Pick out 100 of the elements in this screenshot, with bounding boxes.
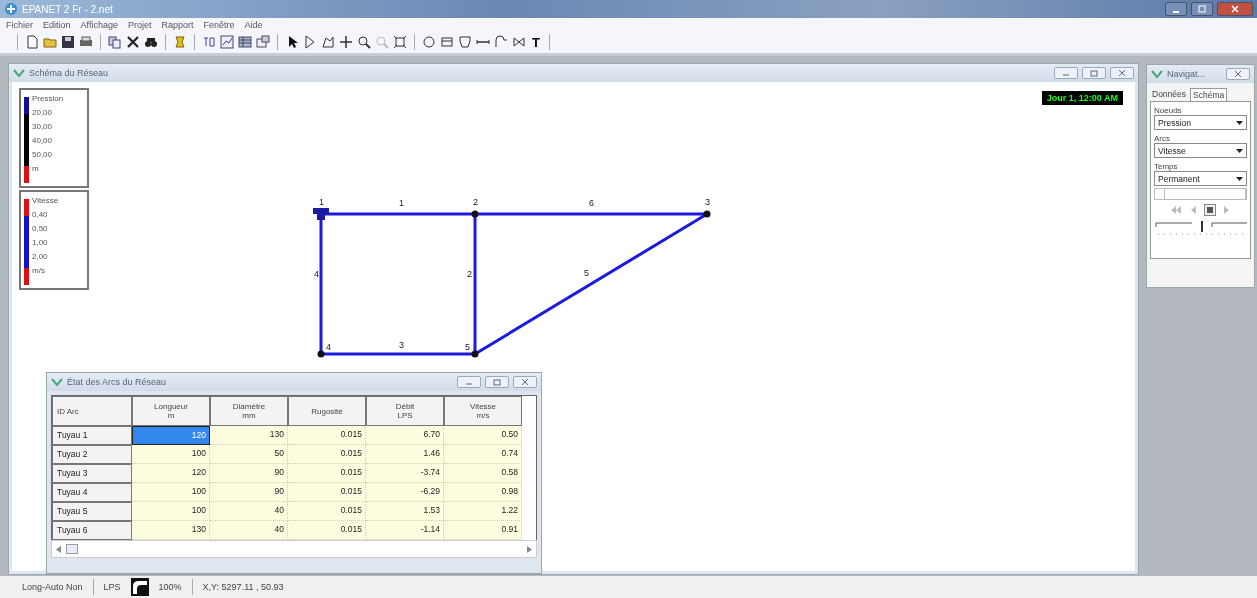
new-file-icon[interactable]: [25, 35, 39, 49]
reservoir-icon[interactable]: [440, 35, 454, 49]
menu-item[interactable]: Aide: [244, 19, 263, 30]
table-cell: 50: [210, 445, 288, 464]
close-button[interactable]: [1217, 2, 1253, 16]
link-label: 4: [314, 269, 319, 279]
scroll-right-icon[interactable]: [526, 545, 532, 553]
table-cell: 130: [132, 521, 210, 540]
table-cell: 1.46: [366, 445, 444, 464]
time-scrollbar[interactable]: [1154, 188, 1247, 200]
table-cell: 0.015: [288, 445, 366, 464]
junction-node: [471, 210, 479, 218]
zoom-level: 100%: [158, 582, 182, 592]
delete-icon[interactable]: [126, 35, 140, 49]
dropdown[interactable]: Permanent: [1154, 171, 1247, 186]
node-label: 3: [705, 197, 710, 207]
link-label: 1: [399, 198, 404, 208]
table-cell: 120: [132, 426, 210, 445]
table-cell: -3.74: [366, 464, 444, 483]
tab[interactable]: Schéma: [1190, 88, 1228, 101]
auto-length-status: Long-Auto Non: [22, 582, 83, 592]
tank-icon[interactable]: [458, 35, 472, 49]
zoom-in-icon[interactable]: [357, 35, 371, 49]
text-tool-button[interactable]: T: [530, 34, 542, 50]
table-icon[interactable]: [238, 35, 252, 49]
menu-item[interactable]: Fichier: [6, 19, 33, 30]
column-header[interactable]: Diamètre mm: [210, 396, 288, 426]
stop-icon[interactable]: [1203, 204, 1216, 216]
find-icon[interactable]: [144, 35, 158, 49]
open-folder-icon[interactable]: [43, 35, 57, 49]
menu-item[interactable]: Fenêtre: [203, 19, 235, 30]
menu-item[interactable]: Edition: [43, 19, 71, 30]
save-icon[interactable]: [61, 35, 75, 49]
field-label: Temps: [1154, 162, 1179, 171]
close-button[interactable]: [1226, 68, 1250, 80]
pump-icon[interactable]: [494, 35, 508, 49]
tab[interactable]: Données: [1150, 88, 1189, 101]
pan-icon[interactable]: [339, 35, 353, 49]
dropdown[interactable]: Vitesse: [1154, 143, 1247, 158]
close-button[interactable]: [513, 376, 537, 388]
table-cell: 0.015: [288, 483, 366, 502]
flow-units-status: LPS: [103, 582, 121, 592]
column-header[interactable]: Débit LPS: [366, 396, 444, 426]
circle-icon[interactable]: [422, 35, 436, 49]
query-icon[interactable]: [202, 35, 216, 49]
maximize-button[interactable]: [1191, 2, 1213, 16]
table-cell: 1.53: [366, 502, 444, 521]
menu-item[interactable]: Projet: [127, 19, 152, 30]
column-header[interactable]: Rugosité: [288, 396, 366, 426]
table-cell: 90: [210, 464, 288, 483]
graph-icon[interactable]: [220, 35, 234, 49]
menu-item[interactable]: Affichage: [80, 19, 118, 30]
row-header[interactable]: Tuyau 4: [52, 483, 132, 502]
row-header[interactable]: Tuyau 3: [52, 464, 132, 483]
link-label: 6: [589, 198, 594, 208]
link-label: 5: [584, 268, 589, 278]
close-icon: [1118, 69, 1126, 77]
dropdown-arrow-icon: [1236, 148, 1243, 153]
column-header[interactable]: ID Arc: [52, 396, 132, 426]
column-header[interactable]: Vitesse m/s: [444, 396, 522, 426]
window-icon: [13, 68, 25, 78]
row-header[interactable]: Tuyau 1: [52, 426, 132, 445]
row-header[interactable]: Tuyau 5: [52, 502, 132, 521]
row-header[interactable]: Tuyau 6: [52, 521, 132, 540]
dropdown-arrow-icon: [1236, 176, 1243, 181]
table-cell: 0.91: [444, 521, 522, 540]
vertex-icon[interactable]: [303, 35, 317, 49]
scroll-thumb[interactable]: [66, 544, 78, 554]
window-title: Schéma du Réseau: [29, 68, 109, 78]
window-icon: [51, 377, 63, 387]
table-cell: 100: [132, 445, 210, 464]
node-label: 4: [326, 342, 331, 352]
region-icon[interactable]: [321, 35, 335, 49]
horizontal-scrollbar[interactable]: [51, 540, 537, 558]
table-cell: 1.22: [444, 502, 522, 521]
valve-icon[interactable]: [512, 35, 526, 49]
print-icon[interactable]: [79, 35, 93, 49]
copy-icon[interactable]: [108, 35, 122, 49]
close-button[interactable]: [1110, 67, 1134, 79]
close-icon: [1231, 5, 1239, 13]
legend-value: 50,00: [32, 149, 54, 161]
scroll-left-icon[interactable]: [56, 545, 62, 553]
legend-value: 40,00: [32, 135, 54, 147]
window-icon: [1151, 69, 1163, 79]
full-extent-icon[interactable]: [393, 35, 407, 49]
menu-item[interactable]: Rapport: [161, 19, 194, 30]
table-cell: 0.50: [444, 426, 522, 445]
column-header[interactable]: Longueur m: [132, 396, 210, 426]
run-icon[interactable]: [173, 35, 187, 49]
node-label: 1: [319, 197, 324, 207]
dropdown[interactable]: Pression: [1154, 115, 1247, 130]
run-status-icon: [130, 578, 149, 596]
speed-slider[interactable]: [1154, 220, 1247, 236]
table-cell: 40: [210, 521, 288, 540]
minimize-button[interactable]: [1165, 2, 1187, 16]
options-icon[interactable]: [256, 35, 270, 49]
coordinates-status: X,Y: 5297.11 , 50.93: [202, 582, 284, 592]
link-label: 2: [467, 269, 472, 279]
row-header[interactable]: Tuyau 2: [52, 445, 132, 464]
legend-unit: m: [32, 163, 40, 175]
